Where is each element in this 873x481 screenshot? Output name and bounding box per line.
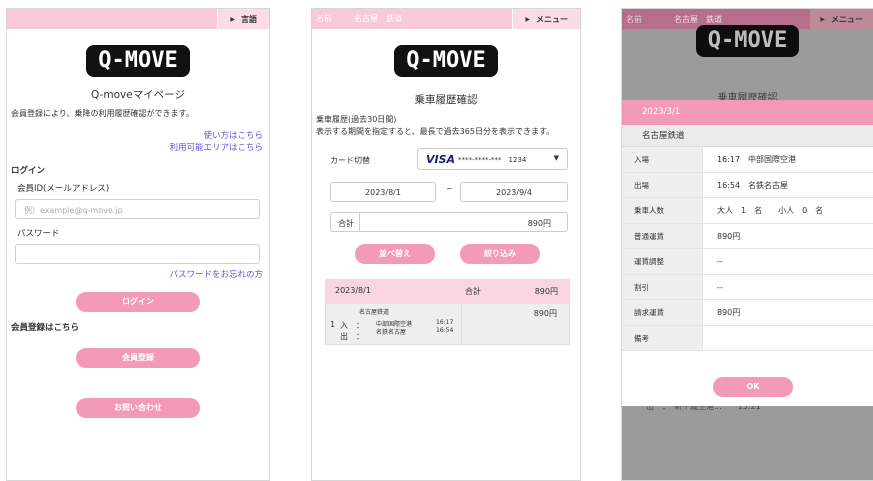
register-button[interactable]: 会員登録 [76,348,200,368]
detail-key: 乗車人数 [622,198,703,223]
history-out-label: 出 ： [340,332,364,341]
logo: Q-MOVE [86,45,190,77]
sort-button[interactable]: 並べ替え [355,244,435,264]
detail-row: 割引 -- [622,274,873,300]
detail-value: 16:54 名鉄名古屋 [717,180,789,190]
history-item-header[interactable]: 2023/8/1 合計 890円 [325,279,570,303]
detail-value: -- [717,282,723,292]
history-date: 2023/8/1 [335,286,371,295]
modal-date: 2023/3/1 [622,100,873,125]
password-input[interactable] [15,244,260,264]
forgot-password-link[interactable]: パスワードをお忘れの方 [7,269,269,281]
logo: Q-MOVE [695,25,800,57]
history-company: 名古屋鉄道 [359,309,390,316]
detail-value: -- [717,257,723,266]
modal-company: 名古屋鉄道 [622,125,873,147]
header-bar: ▶ 言語 [7,9,269,29]
user-name: 名古屋 鉄道 [674,15,722,24]
register-heading: 会員登録はこちら [11,323,80,333]
card-select[interactable]: VISA ****-****-*** 1234 ▼ [417,148,568,170]
menu-label: メニュー [831,14,863,24]
detail-row: 普通運賃 890円 [622,223,873,249]
total-box: 合計 890円 [330,212,568,232]
logo: Q-MOVE [394,45,498,77]
member-id-input[interactable]: 例）example@q-move.jp [15,199,260,219]
password-label: パスワード [17,229,60,239]
history-range-note: 乗車履歴(過去30日間) [316,115,397,124]
name-label: 名前 [626,15,642,24]
menu-label: メニュー [536,14,568,24]
detail-value: 大人 1 名 小人 0 名 [717,206,824,215]
card-switch-row: カード切替 VISA ****-****-*** 1234 ▼ [328,148,568,170]
chevron-down-icon: ▼ [553,154,559,162]
detail-row: 備考 [622,325,873,351]
detail-row: 乗車人数 大人 1 名 小人 0 名 [622,198,873,224]
detail-row: 出場 16:54 名鉄名古屋 [622,172,873,198]
detail-value: 16:17 中部国際空港 [717,155,797,164]
date-from-input[interactable]: 2023/8/1 [330,182,436,202]
page-title: Q-moveマイページ [91,89,185,101]
detail-value: 890円 [717,308,741,317]
language-label: 言語 [241,14,257,24]
history-total-value: 890円 [534,287,558,296]
language-button[interactable]: ▶ 言語 [217,9,269,29]
contact-button[interactable]: お問い合わせ [76,398,200,418]
header-bar: 名前 名古屋 鉄道 ▶ メニュー [312,9,580,29]
detail-key: 請求運賃 [622,300,703,325]
detail-key: 備考 [622,325,703,350]
history-total-label: 合計 [465,287,481,296]
page-description: 会員登録により、乗降の利用履歴確認ができます。 [11,109,194,118]
triangle-right-icon: ▶ [230,15,235,23]
detail-key: 普通運賃 [622,223,703,248]
history-in-time: 16:17 [436,319,454,326]
member-id-label: 会員ID(メールアドレス) [17,184,110,194]
area-link[interactable]: 利用可能エリアはこちら [7,142,269,154]
detail-value: 890円 [717,231,741,241]
date-separator: ~ [446,184,453,193]
date-to-input[interactable]: 2023/9/4 [460,182,568,202]
history-out-station: 名鉄名古屋 [376,329,407,336]
detail-row: 入場 16:17 中部国際空港 [622,147,873,173]
history-count: 1 [330,320,336,329]
detail-screen: 名前 名古屋 鉄道 ▶ メニュー Q-MOVE 乗車履歴確認 出 ： 新千歳空港… [621,8,873,481]
detail-table: 入場 16:17 中部国際空港 出場 16:54 名鉄名古屋 乗車人数 大人 1 名 … [622,147,873,351]
card-number: ****-****-*** 1234 [458,156,527,164]
history-in-label: 入 ： [340,321,364,330]
filter-button[interactable]: 絞り込み [460,244,540,264]
ok-button[interactable]: OK [713,377,793,397]
history-out-time: 16:54 [436,327,454,334]
menu-button[interactable]: ▶ メニュー [512,9,580,29]
history-fare: 890円 [533,309,557,318]
total-value: 890円 [527,219,551,228]
detail-row: 運賃調整 -- [622,249,873,275]
history-item[interactable]: 名古屋鉄道 1 入 ： 中部国際空港 16:17 出 ： 名鉄名古屋 16:54… [325,303,570,345]
detail-value [703,326,873,351]
history-range-help: 表示する期間を指定すると、最長で過去365日分を表示できます。 [316,127,555,136]
card-switch-label: カード切替 [330,156,370,165]
detail-key: 出場 [622,172,703,197]
detail-key: 入場 [622,147,703,172]
login-screen: ▶ 言語 Q-MOVE Q-moveマイページ 会員登録により、乗降の利用履歴確… [6,8,270,481]
detail-key: 運賃調整 [622,249,703,274]
triangle-right-icon: ▶ [820,15,825,23]
page-title: 乗車履歴確認 [414,94,478,106]
login-heading: ログイン [11,166,46,176]
detail-row: 請求運賃 890円 [622,300,873,326]
triangle-right-icon: ▶ [525,15,530,23]
ride-detail-modal: 2023/3/1 名古屋鉄道 入場 16:17 中部国際空港 出場 16:54 名鉄… [622,100,873,406]
history-screen: 名前 名古屋 鉄道 ▶ メニュー Q-MOVE 乗車履歴確認 乗車履歴(過去30… [311,8,581,481]
name-label: 名前 [316,14,332,23]
detail-key: 割引 [622,274,703,299]
total-label: 合計 [338,219,354,228]
login-button[interactable]: ログイン [76,292,200,312]
usage-link[interactable]: 使い方はこちら [7,130,269,142]
user-name: 名古屋 鉄道 [354,14,402,23]
visa-logo: VISA [426,153,456,166]
